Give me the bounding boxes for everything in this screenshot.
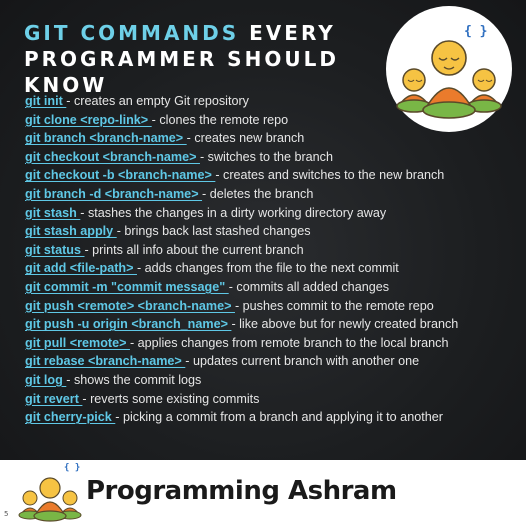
command-description: - brings back last stashed changes [116,224,311,239]
command-row: git clone <repo-link> - clones the remot… [25,111,515,130]
command-description: - applies changes from remote branch to … [129,335,449,350]
command-link[interactable]: git push -u origin <branch_name> [25,317,231,331]
command-link[interactable]: git log [25,373,66,387]
command-row: git init - creates an empty Git reposito… [25,92,515,111]
command-description: - creates and switches to the new branch [215,168,445,183]
command-row: git branch -d <branch-name> - deletes th… [25,185,515,204]
command-link[interactable]: git checkout -b <branch-name> [25,168,215,182]
command-description: - pushes commit to the remote repo [234,298,434,313]
command-description: - switches to the branch [199,149,333,164]
logo-badge: { } [464,24,488,39]
command-row: git stash - stashes the changes in a dir… [25,204,515,223]
command-link[interactable]: git push <remote> <branch-name> [25,299,235,313]
command-link[interactable]: git status [25,243,84,257]
command-row: git rebase <branch-name> - updates curre… [25,352,515,371]
command-row: git branch <branch-name> - creates new b… [25,129,515,148]
command-row: git checkout <branch-name> - switches to… [25,148,515,167]
command-row: git pull <remote> - applies changes from… [25,334,515,353]
command-link[interactable]: git checkout <branch-name> [25,150,200,164]
command-row: git add <file-path> - adds changes from … [25,259,515,278]
command-row: git push <remote> <branch-name> - pushes… [25,297,515,316]
command-link[interactable]: git rebase <branch-name> [25,354,185,368]
command-description: - clones the remote repo [151,112,289,127]
command-row: git revert - reverts some existing commi… [25,390,515,409]
command-row: git cherry-pick - picking a commit from … [25,408,515,427]
command-description: - creates an empty Git repository [66,94,249,108]
command-link[interactable]: git pull <remote> [25,336,130,350]
command-description: - creates new branch [186,131,305,146]
commands-list: git init - creates an empty Git reposito… [25,92,515,427]
footer-logo-icon [18,477,82,522]
command-description: - adds changes from the file to the next… [136,261,399,276]
command-description: - picking a commit from a branch and app… [115,410,443,425]
command-link[interactable]: git stash apply [25,224,117,238]
command-row: git status - prints all info about the c… [25,241,515,260]
command-description: - shows the commit logs [66,372,202,387]
brand-name: Programming Ashram [86,476,397,506]
command-row: git log - shows the commit logs [25,371,515,390]
title-rest: EVERY [239,21,336,45]
command-link[interactable]: git branch -d <branch-name> [25,187,202,201]
title-line2: PROGRAMMER SHOULD KNOW [24,47,339,97]
command-description: - updates current branch with another on… [185,354,420,369]
command-description: - like above but for newly created branc… [231,317,459,332]
command-link[interactable]: git add <file-path> [25,261,137,275]
command-row: git stash apply - brings back last stash… [25,222,515,241]
command-description: - stashes the changes in a dirty working… [80,205,387,220]
page-title: GIT COMMANDS EVERY PROGRAMMER SHOULD KNO… [24,20,394,98]
footer-logo-badge: { } [64,463,81,473]
page-number: 5 [4,510,9,518]
command-link[interactable]: git commit -m "commit message" [25,280,229,294]
command-description: - commits all added changes [228,279,390,294]
command-row: git checkout -b <branch-name> - creates … [25,166,515,185]
command-link[interactable]: git stash [25,206,80,220]
command-link[interactable]: git cherry-pick [25,410,115,424]
command-link[interactable]: git revert [25,392,82,406]
command-description: - prints all info about the current bran… [84,242,304,257]
command-row: git push -u origin <branch_name> - like … [25,315,515,334]
command-link[interactable]: git init [25,94,66,108]
command-description: - deletes the branch [202,186,314,201]
command-link[interactable]: git clone <repo-link> [25,113,152,127]
command-row: git commit -m "commit message" - commits… [25,278,515,297]
command-description: - reverts some existing commits [82,391,260,406]
title-accent: GIT COMMANDS [24,21,240,45]
command-link[interactable]: git branch <branch-name> [25,131,187,145]
